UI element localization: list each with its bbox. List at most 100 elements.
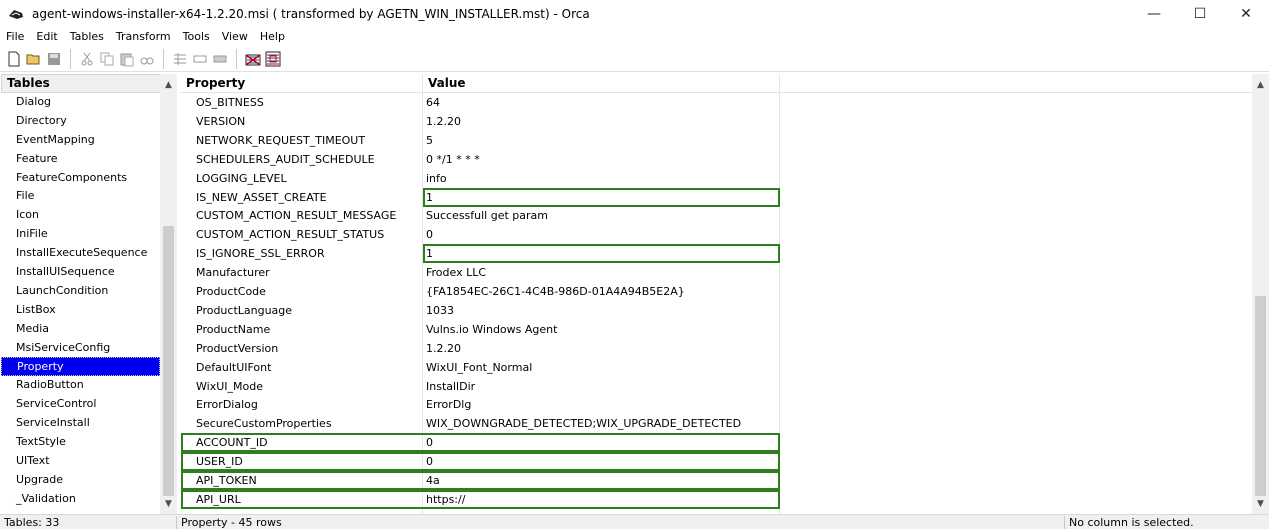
menu-transform[interactable]: Transform xyxy=(110,28,177,46)
value-cell[interactable]: WixUI_Font_Normal xyxy=(426,361,532,374)
table-row[interactable]: CUSTOM_ACTION_RESULT_MESSAGE Successfull … xyxy=(180,206,780,225)
value-cell[interactable]: 0 */1 * * * xyxy=(426,153,480,166)
table-row[interactable]: LOGGING_LEVEL info xyxy=(180,169,780,188)
table-item-radiobutton[interactable]: RadioButton xyxy=(1,376,160,395)
table-row[interactable]: ProductVersion 1.2.20 xyxy=(180,339,780,358)
column-header-value[interactable]: Value xyxy=(428,76,466,90)
column-header-property[interactable]: Property xyxy=(186,76,245,90)
table-row[interactable]: SecureCustomProperties WIX_DOWNGRADE_DETE… xyxy=(180,414,780,433)
table-row[interactable]: NETWORK_REQUEST_TIMEOUT 5 xyxy=(180,131,780,150)
property-cell[interactable]: VERSION xyxy=(196,115,245,128)
property-cell[interactable]: ProductCode xyxy=(196,285,266,298)
table-row[interactable]: OS_BITNESS 64 xyxy=(180,93,780,112)
table-row[interactable]: Manufacturer Frodex LLC xyxy=(180,263,780,282)
menu-file[interactable]: File xyxy=(0,28,30,46)
value-cell[interactable]: ErrorDlg xyxy=(426,398,471,411)
menu-help[interactable]: Help xyxy=(254,28,291,46)
property-cell[interactable]: IS_NEW_ASSET_CREATE xyxy=(196,191,327,204)
drop-row-icon[interactable] xyxy=(212,51,228,67)
cut-icon[interactable] xyxy=(79,51,95,67)
tables-list[interactable]: Dialog Directory EventMapping Feature Featur… xyxy=(1,93,160,513)
minimize-button[interactable]: — xyxy=(1131,0,1177,28)
table-row[interactable]: SCHEDULERS_AUDIT_SCHEDULE 0 */1 * * * xyxy=(180,150,780,169)
save-icon[interactable] xyxy=(46,51,62,67)
table-row[interactable]: ProductLanguage 1033 xyxy=(180,301,780,320)
property-cell[interactable]: NETWORK_REQUEST_TIMEOUT xyxy=(196,134,365,147)
table-item-installuisequence[interactable]: InstallUISequence xyxy=(1,263,160,282)
value-cell[interactable]: InstallDir xyxy=(426,380,475,393)
property-cell[interactable]: ProductVersion xyxy=(196,342,278,355)
property-cell[interactable]: IS_IGNORE_SSL_ERROR xyxy=(196,247,325,260)
value-cell[interactable]: 1.2.20 xyxy=(426,115,461,128)
property-cell[interactable]: CUSTOM_ACTION_RESULT_STATUS xyxy=(196,228,384,241)
property-cell[interactable]: LOGGING_LEVEL xyxy=(196,172,287,185)
property-cell[interactable]: SCHEDULERS_AUDIT_SCHEDULE xyxy=(196,153,375,166)
property-cell[interactable]: Manufacturer xyxy=(196,266,270,279)
property-cell[interactable]: ProductName xyxy=(196,323,270,336)
value-cell[interactable]: {FA1854EC-26C1-4C4B-986D-01A4A94B5E2A} xyxy=(426,285,685,298)
value-cell[interactable]: info xyxy=(426,172,447,185)
property-cell[interactable]: WixUI_Mode xyxy=(196,380,263,393)
table-item-uitext[interactable]: UIText xyxy=(1,452,160,471)
merge-module-icon[interactable] xyxy=(265,51,281,67)
value-cell[interactable]: 1033 xyxy=(426,304,454,317)
table-row[interactable]: ErrorDialog ErrorDlg xyxy=(180,395,780,414)
menu-edit[interactable]: Edit xyxy=(30,28,63,46)
tables-header[interactable]: Tables xyxy=(1,74,176,93)
property-cell[interactable]: SecureCustomProperties xyxy=(196,417,332,430)
table-item-textstyle[interactable]: TextStyle xyxy=(1,433,160,452)
value-cell[interactable]: 0 xyxy=(426,228,433,241)
table-item-serviceinstall[interactable]: ServiceInstall xyxy=(1,414,160,433)
validate-icon[interactable] xyxy=(245,51,261,67)
add-row-icon[interactable] xyxy=(192,51,208,67)
paste-icon[interactable] xyxy=(119,51,135,67)
property-cell[interactable]: CUSTOM_ACTION_RESULT_MESSAGE xyxy=(196,209,396,222)
menu-tables[interactable]: Tables xyxy=(64,28,110,46)
table-item-listbox[interactable]: ListBox xyxy=(1,301,160,320)
table-item-file[interactable]: File xyxy=(1,187,160,206)
scroll-down-icon[interactable]: ▼ xyxy=(160,495,177,512)
scroll-up-icon[interactable]: ▲ xyxy=(160,76,177,93)
table-item-directory[interactable]: Directory xyxy=(1,112,160,131)
table-item-feature[interactable]: Feature xyxy=(1,150,160,169)
menu-tools[interactable]: Tools xyxy=(177,28,216,46)
table-row[interactable]: VERSION 1.2.20 xyxy=(180,112,780,131)
find-icon[interactable] xyxy=(139,51,155,67)
grid-scrollbar[interactable]: ▲ ▼ xyxy=(1252,74,1269,514)
property-cell[interactable]: OS_BITNESS xyxy=(196,96,264,109)
scroll-thumb[interactable] xyxy=(163,226,174,496)
table-row[interactable]: DefaultUIFont WixUI_Font_Normal xyxy=(180,358,780,377)
table-row[interactable]: ProductCode {FA1854EC-26C1-4C4B-986D-01A4… xyxy=(180,282,780,301)
value-cell[interactable]: 1.2.20 xyxy=(426,342,461,355)
table-row[interactable]: CUSTOM_ACTION_RESULT_STATUS 0 xyxy=(180,225,780,244)
property-cell[interactable]: DefaultUIFont xyxy=(196,361,271,374)
table-item-launchcondition[interactable]: LaunchCondition xyxy=(1,282,160,301)
scroll-down-icon[interactable]: ▼ xyxy=(1252,495,1269,512)
menu-view[interactable]: View xyxy=(216,28,254,46)
property-cell[interactable]: ProductLanguage xyxy=(196,304,292,317)
value-cell[interactable]: 64 xyxy=(426,96,440,109)
value-cell[interactable]: Successfull get param xyxy=(426,209,548,222)
maximize-button[interactable]: ☐ xyxy=(1177,0,1223,28)
property-grid[interactable]: Property Value OS_BITNESS 64 VERSION 1.2.20… xyxy=(180,74,1252,514)
close-button[interactable]: ✕ xyxy=(1223,0,1269,28)
add-table-icon[interactable] xyxy=(172,51,188,67)
tables-scrollbar[interactable]: ▲ ▼ xyxy=(160,74,177,514)
table-row[interactable]: ProductName Vulns.io Windows Agent xyxy=(180,320,780,339)
table-item-msiserviceconfig[interactable]: MsiServiceConfig xyxy=(1,339,160,358)
table-item-installexecutesequence[interactable]: InstallExecuteSequence xyxy=(1,244,160,263)
open-folder-icon[interactable] xyxy=(26,51,42,67)
table-item-featurecomponents[interactable]: FeatureComponents xyxy=(1,169,160,188)
table-item-media[interactable]: Media xyxy=(1,320,160,339)
scroll-up-icon[interactable]: ▲ xyxy=(1252,76,1269,93)
table-item-upgrade[interactable]: Upgrade xyxy=(1,471,160,490)
table-item-inifile[interactable]: IniFile xyxy=(1,225,160,244)
property-cell[interactable]: ErrorDialog xyxy=(196,398,258,411)
value-cell[interactable]: Vulns.io Windows Agent xyxy=(426,323,557,336)
table-item-property[interactable]: Property xyxy=(1,357,160,377)
table-item-eventmapping[interactable]: EventMapping xyxy=(1,131,160,150)
copy-icon[interactable] xyxy=(99,51,115,67)
table-item-dialog[interactable]: Dialog xyxy=(1,93,160,112)
value-cell[interactable]: 5 xyxy=(426,134,433,147)
value-cell[interactable]: Frodex LLC xyxy=(426,266,486,279)
